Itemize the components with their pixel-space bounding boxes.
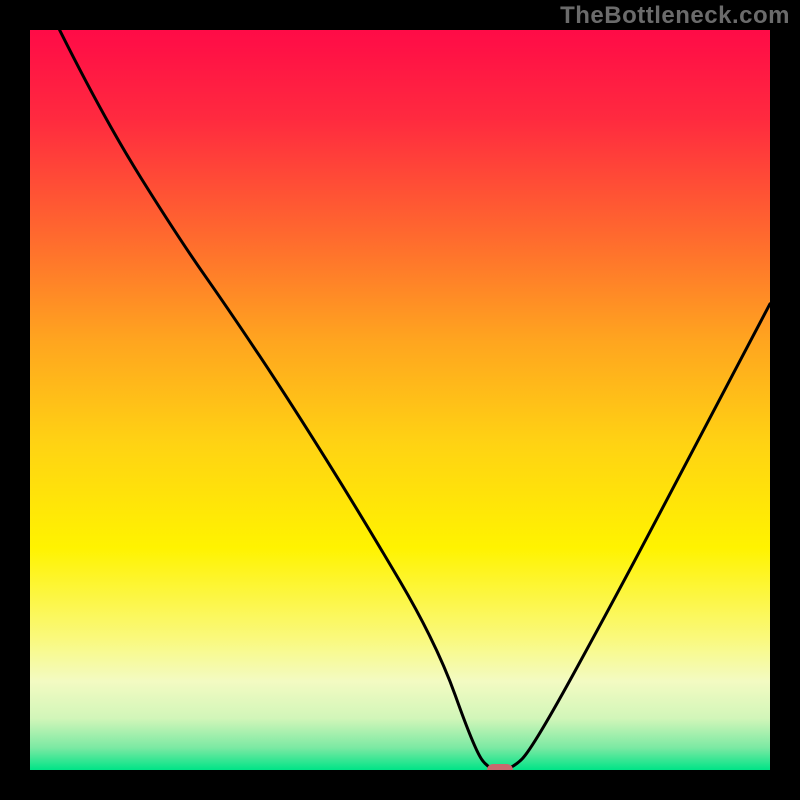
plot-area [30, 30, 770, 770]
bottleneck-curve [30, 30, 770, 770]
watermark-text: TheBottleneck.com [560, 2, 790, 30]
optimal-marker [487, 764, 513, 770]
chart-frame: TheBottleneck.com [0, 0, 800, 800]
